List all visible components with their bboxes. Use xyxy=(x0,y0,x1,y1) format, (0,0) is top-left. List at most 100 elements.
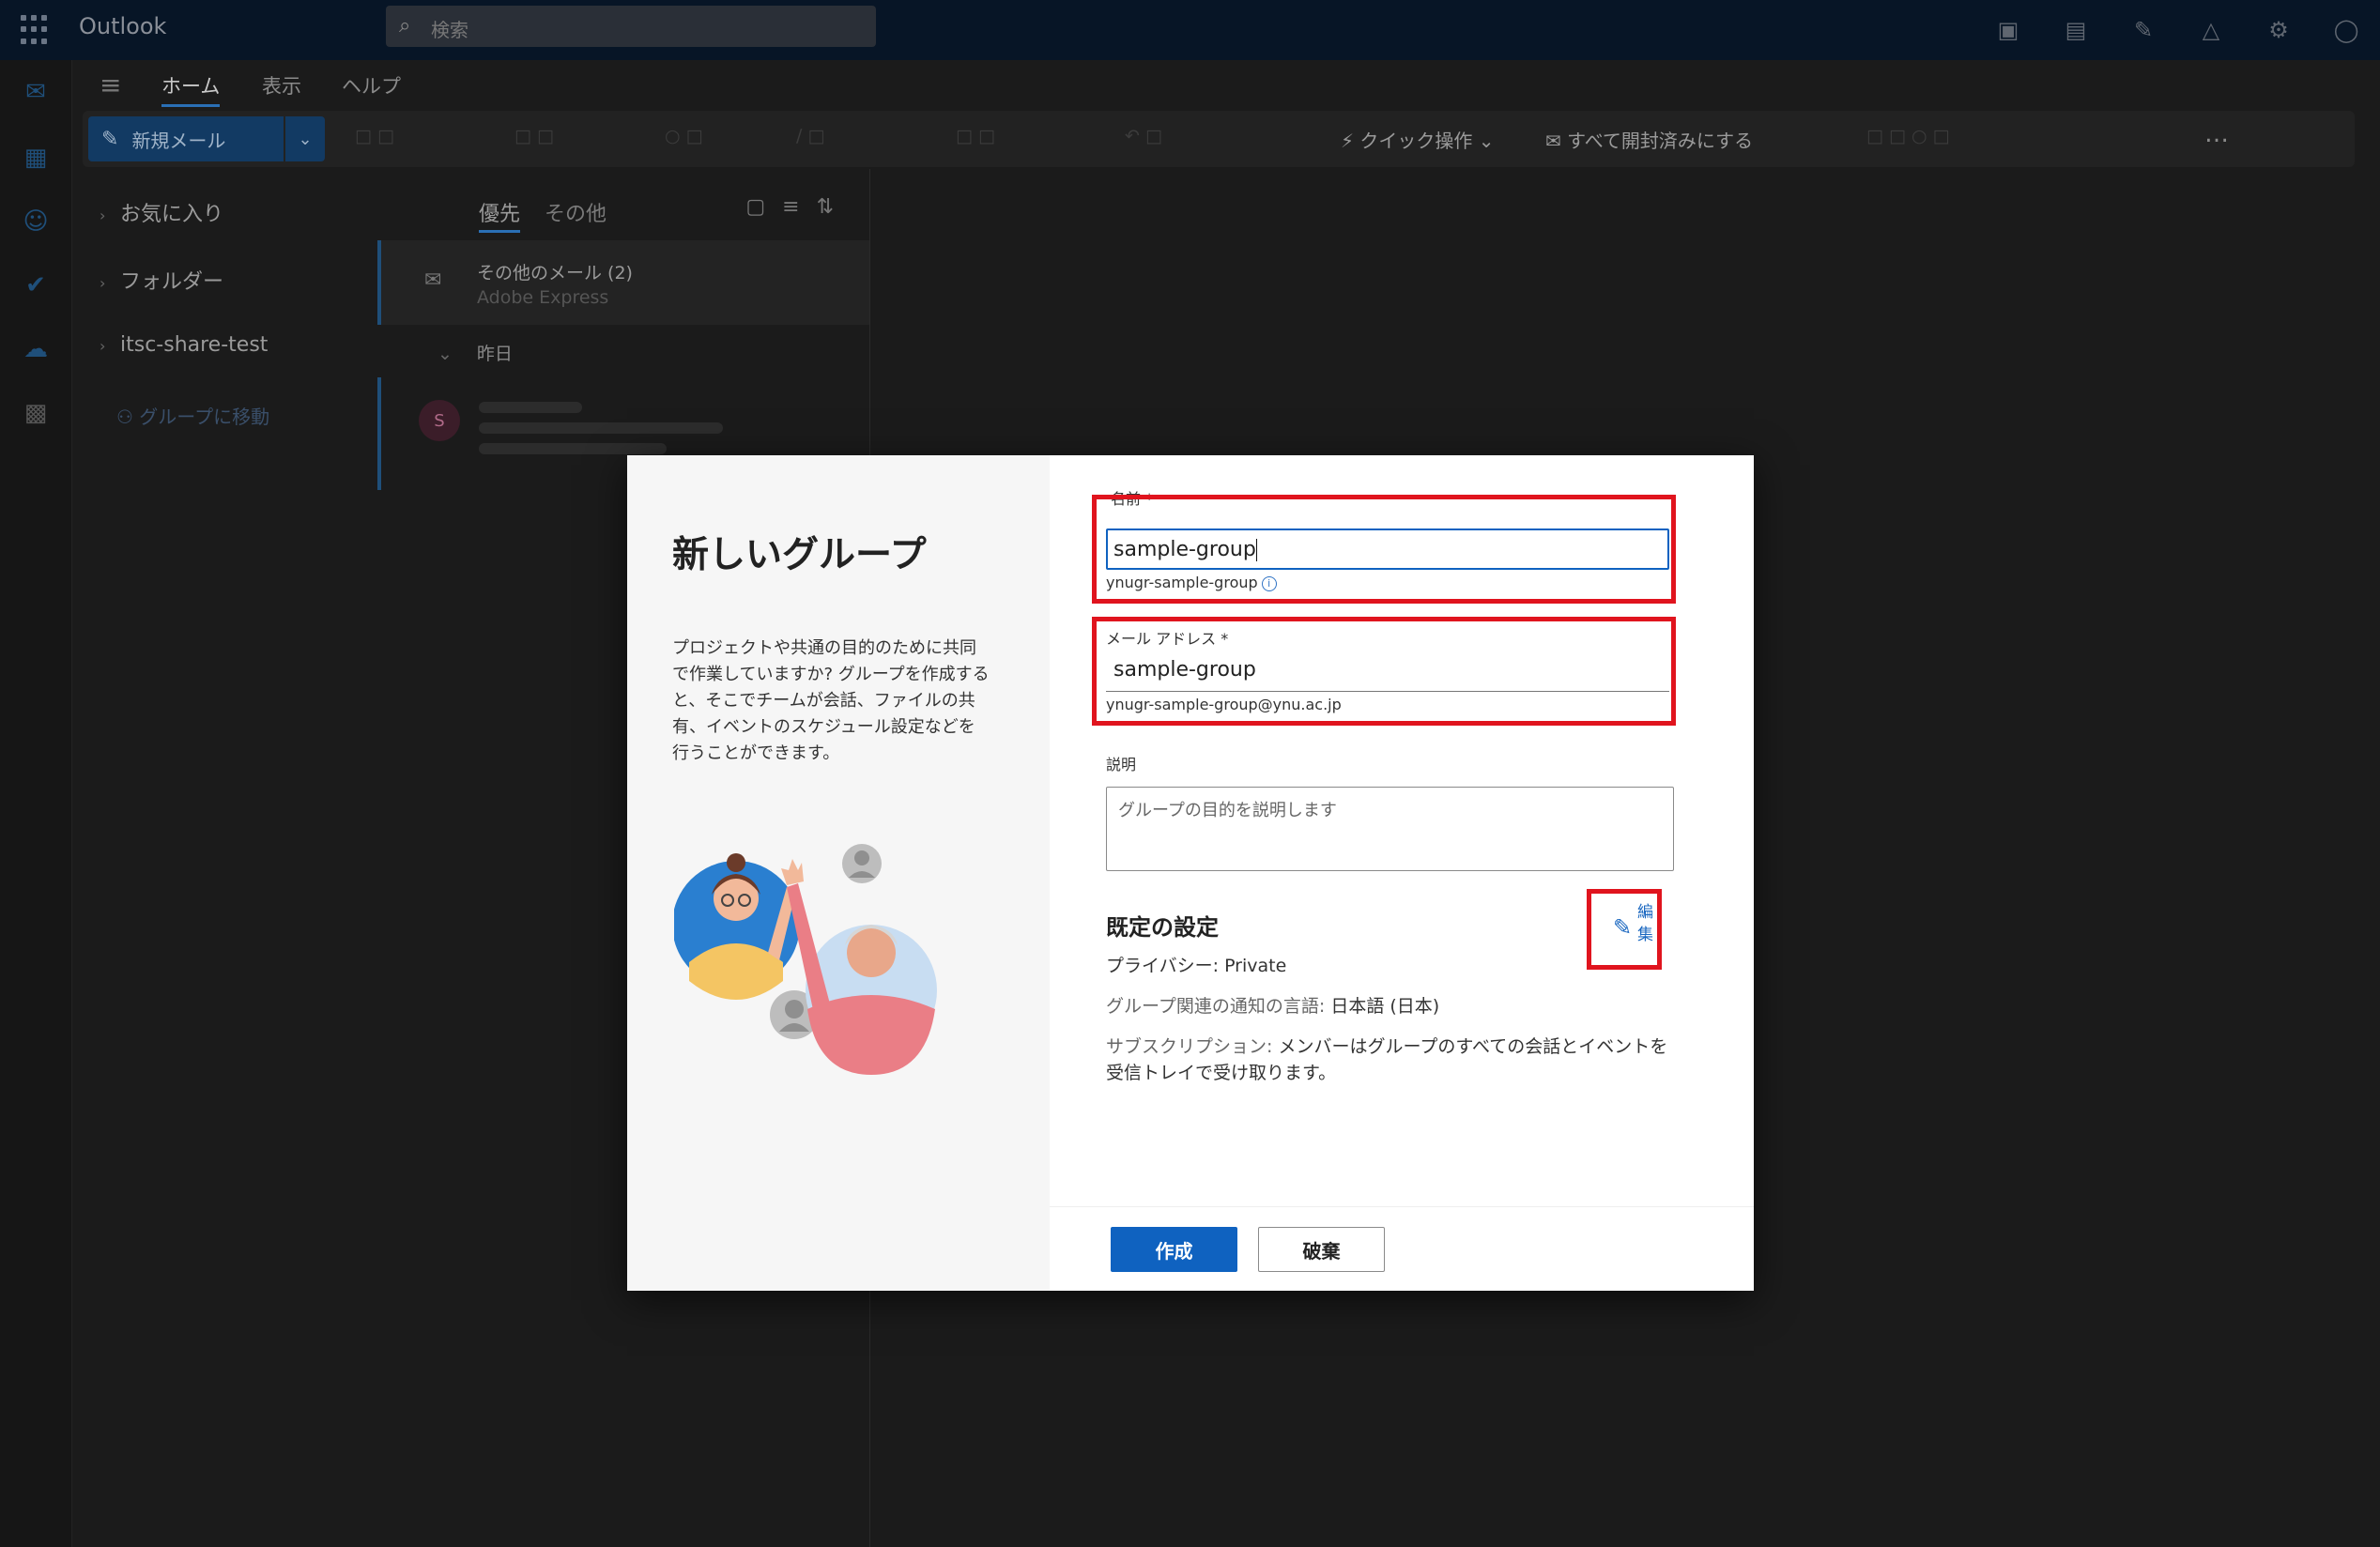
name-label: 名前 * xyxy=(1111,486,1153,509)
people-icon[interactable]: ☺ xyxy=(19,205,53,238)
apps-icon[interactable]: ▩ xyxy=(19,396,53,430)
tab-other[interactable]: その他 xyxy=(545,197,607,227)
footer-divider xyxy=(1050,1206,1754,1207)
gear-icon[interactable]: ⚙ xyxy=(2245,0,2312,60)
groups-icon: ⚇ xyxy=(116,406,140,428)
archive-icon[interactable]: □ □ xyxy=(514,126,554,146)
top-bar: Outlook ⌕ 検索 ▣ ▤ ✎ △ ⚙ ◯ xyxy=(0,0,2380,60)
email-hint: ynugr-sample-group@ynu.ac.jp xyxy=(1106,696,1342,713)
go-to-groups-link[interactable]: ⚇ グループに移動 xyxy=(116,402,269,429)
bell-icon[interactable]: △ xyxy=(2177,0,2245,60)
name-hint: ynugr-sample-group i xyxy=(1106,574,1277,591)
top-right-icons: ▣ ▤ ✎ △ ⚙ ◯ xyxy=(1974,0,2380,60)
list-tools-icons[interactable]: ▢≡⇅ xyxy=(745,195,851,219)
app-rail: ✉ ▦ ☺ ✔ ☁ ▩ xyxy=(0,60,72,1547)
subscription-setting: サブスクリプション: メンバーはグループのすべての会話とイベントを受信トレイで受… xyxy=(1106,1034,1679,1086)
group-illustration xyxy=(674,844,937,1075)
list-item-subject: Adobe Express xyxy=(477,287,609,308)
defaults-heading: 既定の設定 xyxy=(1106,914,1219,941)
tab-home[interactable]: ホーム xyxy=(161,71,221,107)
sweep-icon[interactable]: ∕ □ xyxy=(796,126,824,146)
dialog-left-panel: 新しいグループ プロジェクトや共通の目的のために共同で作業していますか? グルー… xyxy=(627,455,1050,1291)
blurred-text xyxy=(479,422,723,434)
privacy-key: プライバシー: xyxy=(1106,956,1225,976)
new-mail-button[interactable]: ✎ 新規メール xyxy=(88,116,284,161)
pencil-icon: ✎ xyxy=(1613,914,1633,941)
date-group-header[interactable]: ⌄ 昨日 xyxy=(438,340,513,365)
mail-icon[interactable]: ✉ xyxy=(19,75,53,109)
info-icon[interactable]: i xyxy=(1261,576,1277,591)
calendar-icon[interactable]: ▦ xyxy=(19,141,53,175)
folder-folders-label: フォルダー xyxy=(120,270,224,294)
description-label: 説明 xyxy=(1106,756,1137,774)
privacy-value: Private xyxy=(1224,956,1287,976)
avatar: S xyxy=(419,400,460,441)
account-icon[interactable]: ◯ xyxy=(2312,0,2380,60)
discard-button[interactable]: 破棄 xyxy=(1258,1227,1385,1272)
flag-icon[interactable]: □ □ ○ □ xyxy=(1866,126,1950,146)
notes-icon[interactable]: ✎ xyxy=(2110,0,2177,60)
email-label: メール アドレス * xyxy=(1106,626,1228,649)
language-setting: グループ関連の通知の言語: 日本語 (日本) xyxy=(1106,993,1439,1019)
dialog-description: プロジェクトや共通の目的のために共同で作業していますか? グループを作成すると、… xyxy=(672,638,990,763)
description-textarea[interactable]: グループの目的を説明します xyxy=(1106,787,1674,871)
search-placeholder: 検索 xyxy=(431,19,468,41)
chevron-right-icon: › xyxy=(100,337,106,355)
chevron-right-icon: › xyxy=(100,207,106,224)
text-caret xyxy=(1255,539,1257,561)
new-mail-dropdown[interactable]: ⌄ xyxy=(285,116,325,161)
required-mark: * xyxy=(1145,490,1154,508)
list-item[interactable]: ✉ その他のメール (2) Adobe Express xyxy=(381,240,869,325)
quick-actions-button[interactable]: ⚡ クイック操作 ⌄ xyxy=(1341,126,1495,153)
dialog-title: 新しいグループ xyxy=(672,534,927,576)
tab-help[interactable]: ヘルプ xyxy=(342,71,401,100)
tab-focused[interactable]: 優先 xyxy=(479,197,521,233)
language-key: グループ関連の通知の言語: xyxy=(1106,996,1331,1017)
move-icon[interactable]: □ □ xyxy=(956,126,995,146)
tab-view[interactable]: 表示 xyxy=(262,71,301,100)
create-button[interactable]: 作成 xyxy=(1111,1227,1237,1272)
folder-favorites-label: お気に入り xyxy=(120,203,224,226)
new-group-dialog: 新しいグループ プロジェクトや共通の目的のために共同で作業していますか? グルー… xyxy=(627,455,1754,1291)
compose-icon: ✎ xyxy=(101,127,119,151)
subscription-key: サブスクリプション: xyxy=(1106,1036,1279,1057)
folder-folders[interactable]: › フォルダー xyxy=(100,265,223,295)
go-to-groups-label: グループに移動 xyxy=(139,406,270,428)
app-launcher-icon[interactable] xyxy=(21,15,51,45)
search-box[interactable]: ⌕ 検索 xyxy=(386,6,876,47)
onedrive-icon[interactable]: ☁ xyxy=(19,332,53,366)
teams-chat-icon[interactable]: ▣ xyxy=(1974,0,2042,60)
blurred-text xyxy=(479,443,667,454)
outlook-icon[interactable]: ▤ xyxy=(2042,0,2110,60)
edit-label: 編集 xyxy=(1637,903,1653,944)
blurred-text xyxy=(479,402,582,413)
name-hint-text: ynugr-sample-group xyxy=(1106,574,1258,591)
name-input[interactable]: sample-group xyxy=(1106,528,1669,570)
email-label-text: メール アドレス xyxy=(1106,630,1217,648)
privacy-setting: プライバシー: Private xyxy=(1106,953,1286,979)
new-mail-label: 新規メール xyxy=(131,129,226,152)
envelope-icon: ✉ xyxy=(424,268,442,292)
mark-all-read-button[interactable]: ✉ すべて開封済みにする xyxy=(1545,126,1753,153)
language-value: 日本語 (日本) xyxy=(1330,996,1440,1017)
folder-itsc-share-test[interactable]: › itsc-share-test xyxy=(100,333,268,357)
report-icon[interactable]: ○ □ xyxy=(665,126,703,146)
list-item-from: その他のメール (2) xyxy=(477,263,633,283)
email-input[interactable]: sample-group xyxy=(1106,651,1669,692)
reply-icon[interactable]: ↶ □ xyxy=(1125,126,1162,146)
mark-all-read-label: すべて開封済みにする xyxy=(1567,130,1754,152)
quick-actions-label: クイック操作 xyxy=(1359,130,1473,152)
ribbon-tabs: ≡ ホーム 表示 ヘルプ xyxy=(71,60,2380,109)
todo-icon[interactable]: ✔ xyxy=(19,268,53,302)
more-options-icon[interactable]: … xyxy=(2204,120,2229,148)
folder-itsc-label: itsc-share-test xyxy=(120,333,269,357)
hamburger-icon[interactable]: ≡ xyxy=(100,69,121,100)
chevron-down-icon: ⌄ xyxy=(438,344,453,364)
delete-icon[interactable]: □ □ xyxy=(355,126,394,146)
app-title: Outlook xyxy=(79,13,167,39)
edit-defaults-button[interactable]: ✎ 編集 xyxy=(1613,901,1658,952)
folder-pane: › お気に入り › フォルダー › itsc-share-test ⚇ グループに移動 xyxy=(71,169,381,1547)
name-label-text: 名前 xyxy=(1111,490,1142,508)
folder-favorites[interactable]: › お気に入り xyxy=(100,197,223,227)
ribbon-toolbar: ✎ 新規メール ⌄ □ □ □ □ ○ □ ∕ □ □ □ ↶ □ ⚡ クイック… xyxy=(83,111,2355,167)
